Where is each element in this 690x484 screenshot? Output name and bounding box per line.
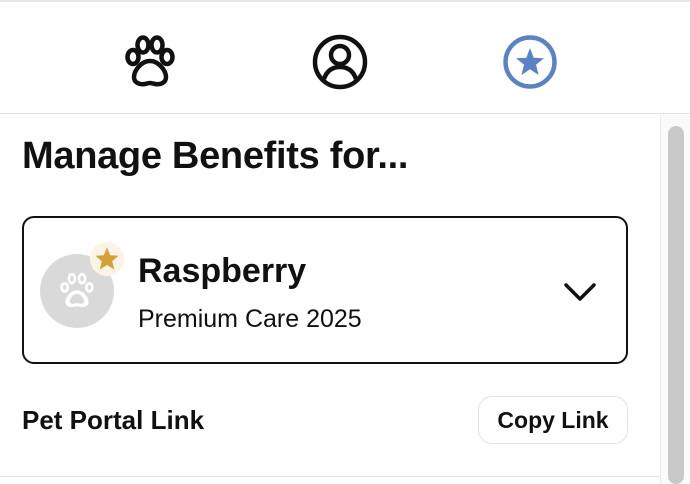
star-icon — [95, 247, 119, 270]
nav-account-button[interactable] — [310, 32, 370, 92]
premium-star-badge — [90, 242, 124, 276]
main-content: Manage Benefits for... Raspberry Premium… — [0, 115, 660, 484]
pet-portal-link-label: Pet Portal Link — [22, 405, 205, 435]
paw-icon — [60, 272, 94, 308]
nav-benefits-button[interactable] — [500, 32, 560, 92]
page-title: Manage Benefits for... — [22, 135, 409, 177]
nav-pets-button[interactable] — [120, 32, 180, 92]
pet-selector-dropdown[interactable]: Raspberry Premium Care 2025 — [22, 216, 628, 364]
chevron-down-icon[interactable] — [560, 274, 600, 310]
scrollbar-thumb[interactable] — [668, 126, 684, 484]
pet-plan: Premium Care 2025 — [138, 305, 362, 333]
paw-icon — [125, 35, 175, 87]
pet-name: Raspberry — [138, 252, 307, 290]
section-divider — [0, 476, 660, 477]
account-icon — [312, 34, 368, 90]
star-icon — [503, 35, 557, 89]
top-navigation — [0, 2, 690, 114]
copy-link-button[interactable]: Copy Link — [478, 396, 628, 444]
